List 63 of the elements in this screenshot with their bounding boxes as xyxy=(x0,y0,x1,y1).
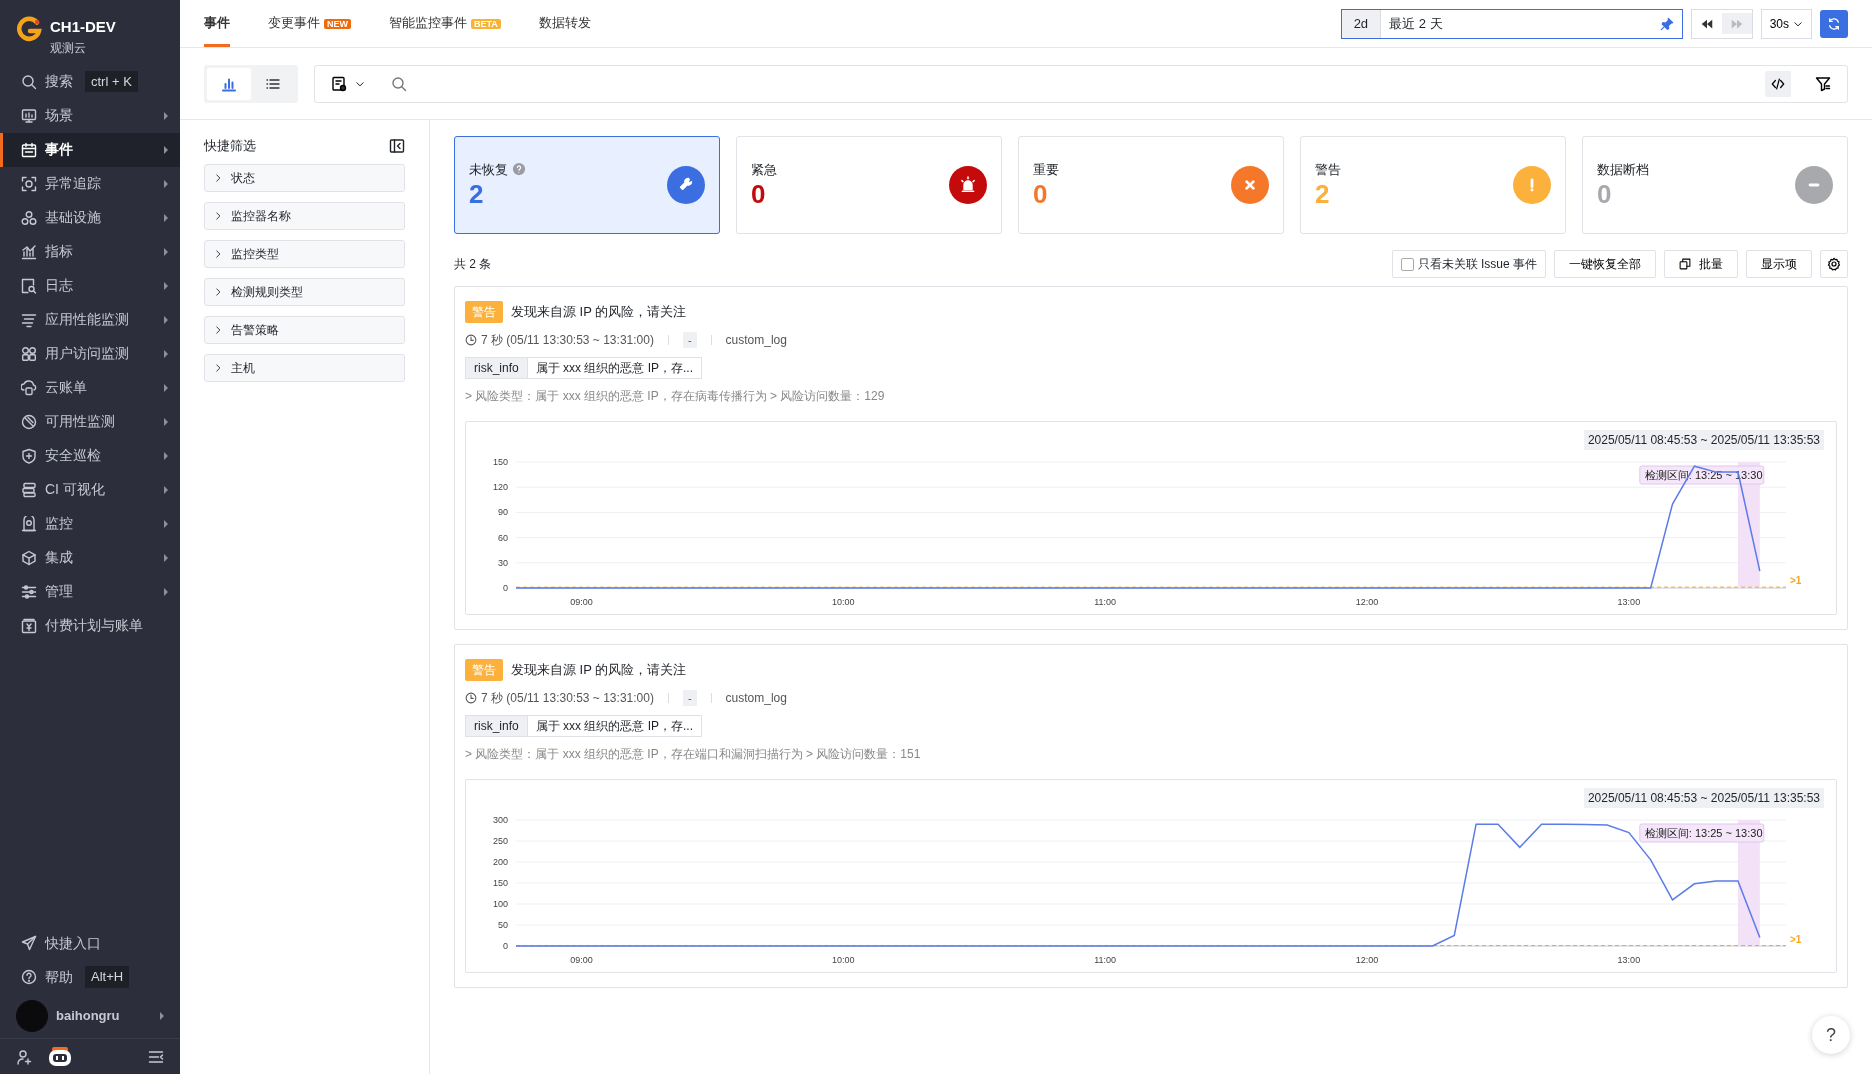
level-tag: 警告 xyxy=(465,301,503,323)
stat-value: 2 xyxy=(1315,179,1331,211)
axis-tick-label: 11:00 xyxy=(1094,597,1117,607)
stat-label: 重要 xyxy=(1033,160,1059,179)
axis-tick-label: 09:00 xyxy=(570,955,593,965)
shortcut-key: ctrl + K xyxy=(85,70,138,93)
event-source: custom_log xyxy=(725,332,787,349)
tag-key: risk_info xyxy=(465,357,528,379)
axis-tick-label: 12:00 xyxy=(1355,955,1379,965)
annotation-label: 检测区间: 13:25 ~ 13:30 xyxy=(1639,823,1765,843)
stat-label: 未恢复 xyxy=(469,160,508,179)
axis-tick-label: 300 xyxy=(492,815,508,825)
axis-tick-label: 11:00 xyxy=(1094,955,1117,965)
brand-name: 观测云 xyxy=(50,39,87,57)
chart-time-range: 2025/05/11 08:45:53 ~ 2025/05/11 13:35:53 xyxy=(1583,430,1824,450)
tag-value: 属于 xxx 组织的恶意 IP，存... xyxy=(527,357,703,379)
event-duration: 7 秒 (05/11 13:30:53 ~ 13:31:00) xyxy=(465,331,654,349)
stat-value: 0 xyxy=(1597,179,1613,211)
event-detail: > 风险类型：属于 xxx 组织的恶意 IP，存在病毒传播行为 > 风险访问数量：129 xyxy=(465,388,886,405)
axis-tick-label: 30 xyxy=(498,557,508,568)
axis-tick-label: 50 xyxy=(498,920,508,930)
axis-tick-label: 200 xyxy=(492,857,508,867)
stat-value: 0 xyxy=(751,179,767,211)
stat-label: 数据断档 xyxy=(1597,160,1649,179)
axis-tick-label: 0 xyxy=(503,583,508,593)
axis-tick-label: 90 xyxy=(498,507,508,518)
axis-tick-label: 150 xyxy=(492,878,508,888)
axis-tick-label: 120 xyxy=(492,482,508,493)
axis-tick-label: 10:00 xyxy=(832,955,855,965)
time-range-label: 最近 2 天 xyxy=(1388,14,1444,33)
chart-time-range: 2025/05/11 08:45:53 ~ 2025/05/11 13:35:53 xyxy=(1583,788,1824,808)
empty-value: - xyxy=(682,331,697,349)
workspace-name: CH1-DEV xyxy=(50,17,116,37)
axis-tick-label: 0 xyxy=(503,941,508,951)
tag-key: risk_info xyxy=(465,715,528,737)
level-tag: 警告 xyxy=(465,659,503,681)
axis-tick-label: 09:00 xyxy=(570,597,593,607)
tag-value: 属于 xxx 组织的恶意 IP，存... xyxy=(527,715,703,737)
stat-value: 0 xyxy=(1033,179,1049,211)
panel-title: 快捷筛选 xyxy=(204,137,256,155)
axis-tick-label: 250 xyxy=(492,836,508,846)
axis-tick-label: 150 xyxy=(492,457,508,467)
axis-tick-label: 13:00 xyxy=(1617,597,1641,607)
tab-badge: NEW xyxy=(324,18,351,29)
shortcut-key: Alt+H xyxy=(85,966,130,988)
axis-tick-label: 100 xyxy=(492,899,508,909)
result-count: 共 2 条 xyxy=(454,256,492,273)
axis-tick-label: 12:00 xyxy=(1355,597,1379,607)
stat-value: 2 xyxy=(469,179,485,211)
axis-tick-label: 13:00 xyxy=(1617,955,1641,965)
tab-badge: BETA xyxy=(471,18,501,29)
threshold-label: >1 xyxy=(1790,575,1802,587)
stat-label: 警告 xyxy=(1315,160,1341,179)
time-range-shortcut: 2d xyxy=(1341,9,1382,38)
event-detail: > 风险类型：属于 xxx 组织的恶意 IP，存在端口和漏洞扫描行为 > 风险访问数量：151 xyxy=(465,746,922,763)
stat-label: 紧急 xyxy=(751,160,777,179)
band-label: 检测区间: 13:25 ~ 13:30 xyxy=(1644,827,1763,839)
threshold-label: >1 xyxy=(1790,933,1802,945)
event-duration: 7 秒 (05/11 13:30:53 ~ 13:31:00) xyxy=(465,689,654,707)
event-source: custom_log xyxy=(725,690,787,707)
empty-value: - xyxy=(682,689,697,707)
axis-tick-label: 10:00 xyxy=(832,597,855,607)
axis-tick-label: 60 xyxy=(498,532,508,543)
